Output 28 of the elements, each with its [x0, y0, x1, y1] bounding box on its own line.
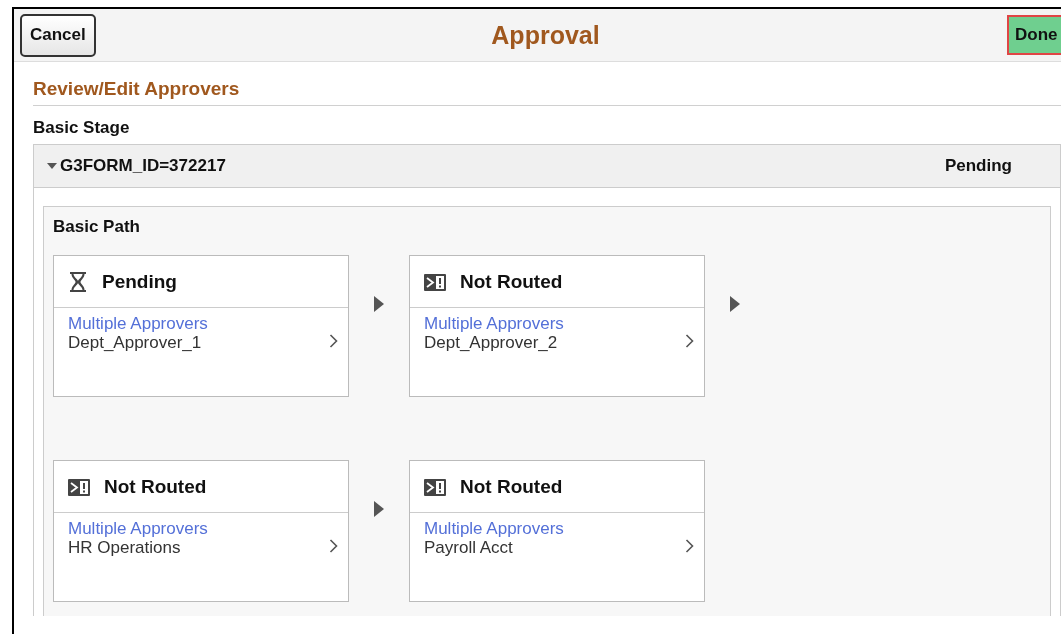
approver-name: HR Operations	[68, 538, 182, 557]
approver-name: Dept_Approver_1	[68, 333, 203, 352]
approvers-link[interactable]: Multiple Approvers	[68, 314, 208, 333]
step-status: Not Routed	[104, 475, 207, 498]
step-status: Pending	[102, 270, 177, 293]
mail-exclamation-icon	[424, 271, 446, 292]
cancel-button[interactable]: Cancel	[20, 13, 96, 57]
mail-exclamation-icon	[424, 476, 446, 497]
approver-name: Dept_Approver_2	[424, 333, 559, 352]
step-status: Not Routed	[460, 270, 563, 293]
step-status: Not Routed	[460, 475, 563, 498]
approvers-link[interactable]: Multiple Approvers	[68, 519, 208, 538]
page-title: Approval	[490, 20, 600, 50]
done-button[interactable]: Done	[1007, 15, 1061, 55]
stage-status: Pending	[944, 156, 1012, 176]
approvers-link[interactable]: Multiple Approvers	[424, 519, 564, 538]
approver-name: Payroll Acct	[424, 538, 514, 557]
hourglass-icon	[68, 270, 88, 293]
chevron-right-icon[interactable]	[329, 539, 338, 553]
stage-label: Basic Stage	[33, 118, 131, 138]
mail-exclamation-icon	[68, 476, 90, 497]
chevron-right-icon[interactable]	[685, 334, 694, 348]
collapse-triangle-icon	[46, 162, 58, 170]
path-label: Basic Path	[53, 217, 141, 237]
approvers-link[interactable]: Multiple Approvers	[424, 314, 564, 333]
chevron-right-icon[interactable]	[685, 539, 694, 553]
chevron-right-icon[interactable]	[329, 334, 338, 348]
section-title: Review/Edit Approvers	[33, 77, 241, 100]
